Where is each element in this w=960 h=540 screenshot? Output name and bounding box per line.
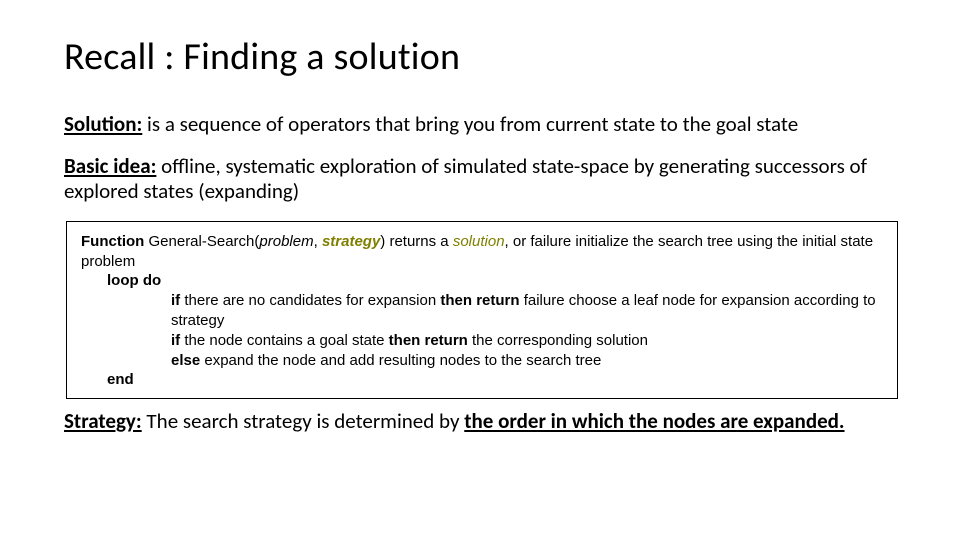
kw-then2: then return [389, 332, 472, 349]
algorithm-box: Function General-Search(problem, strateg… [66, 221, 898, 399]
para-basic-idea: Basic idea: offline, systematic explorat… [64, 154, 900, 205]
kw-if1: if [171, 292, 184, 309]
slide: Recall : Finding a solution Solution: is… [0, 0, 960, 435]
kw-if2: if [171, 332, 184, 349]
ret-corr: the corresponding solution [472, 332, 648, 349]
line-else: else expand the node and add resulting n… [81, 351, 883, 371]
arg-strategy: strategy [322, 233, 380, 250]
cond2: the node contains a goal state [184, 332, 388, 349]
kw-function: Function [81, 233, 144, 250]
kw-loop: loop do [81, 271, 883, 291]
para-strategy: Strategy: The search strategy is determi… [64, 409, 900, 435]
line-if1: if there are no candidates for expansion… [81, 291, 883, 331]
comma: , [314, 233, 322, 250]
arg-problem: problem [259, 233, 313, 250]
line-if2: if the node contains a goal state then r… [81, 331, 883, 351]
text-strategy: The search strategy is determined by [142, 408, 465, 434]
ret-failure: failure [524, 292, 565, 309]
text-solution: is a sequence of operators that bring yo… [142, 111, 798, 137]
returns: ) returns a [380, 233, 453, 250]
cond1: there are no candidates for expansion [184, 292, 440, 309]
text-strategy-underline: the order in which the nodes are expande… [464, 408, 844, 434]
kw-then1: then return [440, 292, 523, 309]
slide-title: Recall : Finding a solution [64, 34, 900, 80]
label-solution: Solution: [64, 111, 142, 137]
ret-tail: , or failure [505, 233, 572, 250]
kw-else: else [171, 352, 204, 369]
text-basic-idea: offline, systematic exploration of simul… [64, 153, 867, 205]
label-strategy: Strategy: [64, 408, 142, 434]
kw-end: end [81, 370, 883, 390]
expand-text: expand the node and add resulting nodes … [204, 352, 601, 369]
para-solution: Solution: is a sequence of operators tha… [64, 112, 900, 138]
ret-solution: solution [453, 233, 505, 250]
label-basic-idea: Basic idea: [64, 153, 156, 179]
fn-name: General-Search( [144, 233, 259, 250]
